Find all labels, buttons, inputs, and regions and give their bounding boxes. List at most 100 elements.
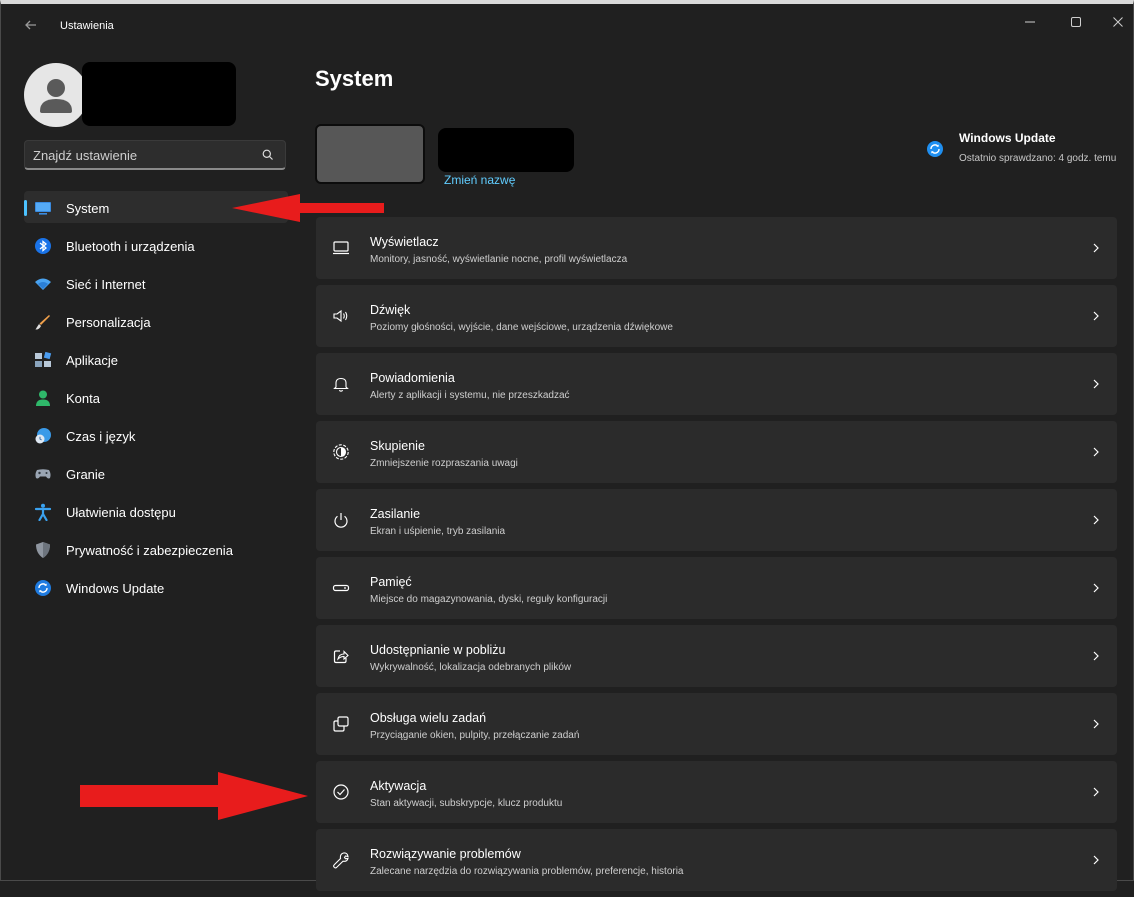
sidebar-item-gaming[interactable]: Granie [24, 457, 288, 489]
update-icon [34, 579, 52, 597]
chevron-right-icon [1091, 649, 1101, 663]
card-subtitle: Stan aktywacji, subskrypcje, klucz produ… [370, 798, 563, 809]
check-circle-icon [332, 783, 350, 801]
title-bar: Ustawienia [0, 4, 1134, 48]
card-activation[interactable]: Aktywacja Stan aktywacji, subskrypcje, k… [316, 761, 1117, 823]
shield-icon [34, 541, 52, 559]
card-title: Skupienie [370, 439, 425, 453]
card-title: Wyświetlacz [370, 235, 439, 249]
windows-update-title: Windows Update [959, 131, 1056, 145]
app-title: Ustawienia [60, 20, 114, 32]
close-icon[interactable] [1104, 12, 1132, 36]
sidebar-item-label: System [66, 201, 110, 216]
sidebar-item-apps[interactable]: Aplikacje [24, 343, 288, 375]
chevron-right-icon [1091, 377, 1101, 391]
chevron-right-icon [1091, 309, 1101, 323]
rename-device-link[interactable]: Zmień nazwę [444, 173, 515, 187]
card-focus[interactable]: Skupienie Zmniejszenie rozpraszania uwag… [316, 421, 1117, 483]
bell-icon [332, 375, 350, 393]
maximize-icon[interactable] [1062, 12, 1090, 36]
card-title: Zasilanie [370, 507, 421, 521]
chevron-right-icon [1091, 581, 1101, 595]
annotation-arrow-system [232, 194, 384, 222]
card-title: Pamięć [370, 575, 412, 589]
globe-clock-icon [34, 427, 52, 445]
card-subtitle: Zmniejszenie rozpraszania uwagi [370, 458, 518, 469]
sidebar-item-network[interactable]: Sieć i Internet [24, 267, 288, 299]
avatar[interactable] [24, 63, 88, 127]
chevron-right-icon [1091, 853, 1101, 867]
bluetooth-icon [34, 237, 52, 255]
sidebar-item-label: Aplikacje [66, 353, 119, 368]
redacted-device-name [438, 128, 574, 172]
card-subtitle: Zalecane narzędzia do rozwiązywania prob… [370, 866, 684, 877]
page-title: System [315, 66, 394, 91]
sidebar-item-time-language[interactable]: Czas i język [24, 419, 288, 451]
storage-icon [332, 579, 350, 597]
chevron-right-icon [1091, 513, 1101, 527]
card-title: Aktywacja [370, 779, 427, 793]
card-title: Powiadomienia [370, 371, 455, 385]
update-icon [926, 140, 944, 158]
card-sound[interactable]: Dźwięk Poziomy głośności, wyjście, dane … [316, 285, 1117, 347]
card-title: Udostępnianie w pobliżu [370, 643, 506, 657]
windows-update-last-checked: Ostatnio sprawdzano: 4 godz. temu [959, 153, 1117, 164]
apps-icon [34, 351, 52, 369]
search-box[interactable] [24, 140, 286, 170]
card-nearby-sharing[interactable]: Udostępnianie w pobliżu Wykrywalność, lo… [316, 625, 1117, 687]
redacted-user-name [82, 62, 236, 126]
sidebar-item-personalization[interactable]: Personalizacja [24, 305, 288, 337]
card-subtitle: Poziomy głośności, wyjście, dane wejścio… [370, 322, 673, 333]
annotation-arrow-activation [80, 772, 308, 820]
card-subtitle: Miejsce do magazynowania, dyski, reguły … [370, 594, 608, 605]
search-icon[interactable] [261, 148, 275, 162]
settings-list: Wyświetlacz Monitory, jasność, wyświetla… [316, 217, 1117, 897]
monitor-icon [34, 199, 52, 217]
sidebar-item-bluetooth[interactable]: Bluetooth i urządzenia [24, 229, 288, 261]
wifi-icon [34, 275, 52, 293]
sidebar-item-label: Personalizacja [66, 315, 151, 330]
sidebar-item-windows-update[interactable]: Windows Update [24, 571, 288, 603]
chevron-right-icon [1091, 241, 1101, 255]
card-notifications[interactable]: Powiadomienia Alerty z aplikacji i syste… [316, 353, 1117, 415]
card-display[interactable]: Wyświetlacz Monitory, jasność, wyświetla… [316, 217, 1117, 279]
wrench-icon [332, 851, 350, 869]
sidebar-item-label: Prywatność i zabezpieczenia [66, 543, 233, 558]
back-arrow-icon[interactable] [24, 18, 42, 36]
card-multitasking[interactable]: Obsługa wielu zadań Przyciąganie okien, … [316, 693, 1117, 755]
sidebar-item-privacy[interactable]: Prywatność i zabezpieczenia [24, 533, 288, 565]
sidebar-item-label: Windows Update [66, 581, 165, 596]
chevron-right-icon [1091, 785, 1101, 799]
speaker-icon [332, 307, 350, 325]
chevron-right-icon [1091, 717, 1101, 731]
sidebar-item-label: Granie [66, 467, 106, 482]
search-input[interactable] [33, 141, 253, 169]
device-thumbnail [315, 124, 425, 184]
selection-indicator [24, 200, 27, 216]
sidebar-item-accounts[interactable]: Konta [24, 381, 288, 413]
sidebar-item-label: Sieć i Internet [66, 277, 146, 292]
brush-icon [34, 313, 52, 331]
windows-update-status[interactable]: Windows Update Ostatnio sprawdzano: 4 go… [926, 131, 1126, 185]
minimize-icon[interactable] [1016, 12, 1044, 36]
sidebar-item-label: Czas i język [66, 429, 136, 444]
card-storage[interactable]: Pamięć Miejsce do magazynowania, dyski, … [316, 557, 1117, 619]
card-subtitle: Alerty z aplikacji i systemu, nie przesz… [370, 390, 570, 401]
card-title: Rozwiązywanie problemów [370, 847, 521, 861]
accessibility-icon [34, 503, 52, 522]
sidebar-item-accessibility[interactable]: Ułatwienia dostępu [24, 495, 288, 527]
chevron-right-icon [1091, 445, 1101, 459]
sidebar-item-label: Konta [66, 391, 100, 406]
display-icon [332, 239, 350, 257]
card-title: Dźwięk [370, 303, 411, 317]
sidebar-item-label: Ułatwienia dostępu [66, 505, 176, 520]
gamepad-icon [34, 465, 52, 483]
card-troubleshoot[interactable]: Rozwiązywanie problemów Zalecane narzędz… [316, 829, 1117, 891]
multitask-icon [332, 715, 350, 733]
power-icon [332, 511, 350, 529]
card-subtitle: Wykrywalność, lokalizacja odebranych pli… [370, 662, 572, 673]
card-subtitle: Monitory, jasność, wyświetlanie nocne, p… [370, 254, 628, 265]
sidebar-item-label: Bluetooth i urządzenia [66, 239, 195, 254]
card-power[interactable]: Zasilanie Ekran i uśpienie, tryb zasilan… [316, 489, 1117, 551]
share-icon [332, 647, 350, 665]
